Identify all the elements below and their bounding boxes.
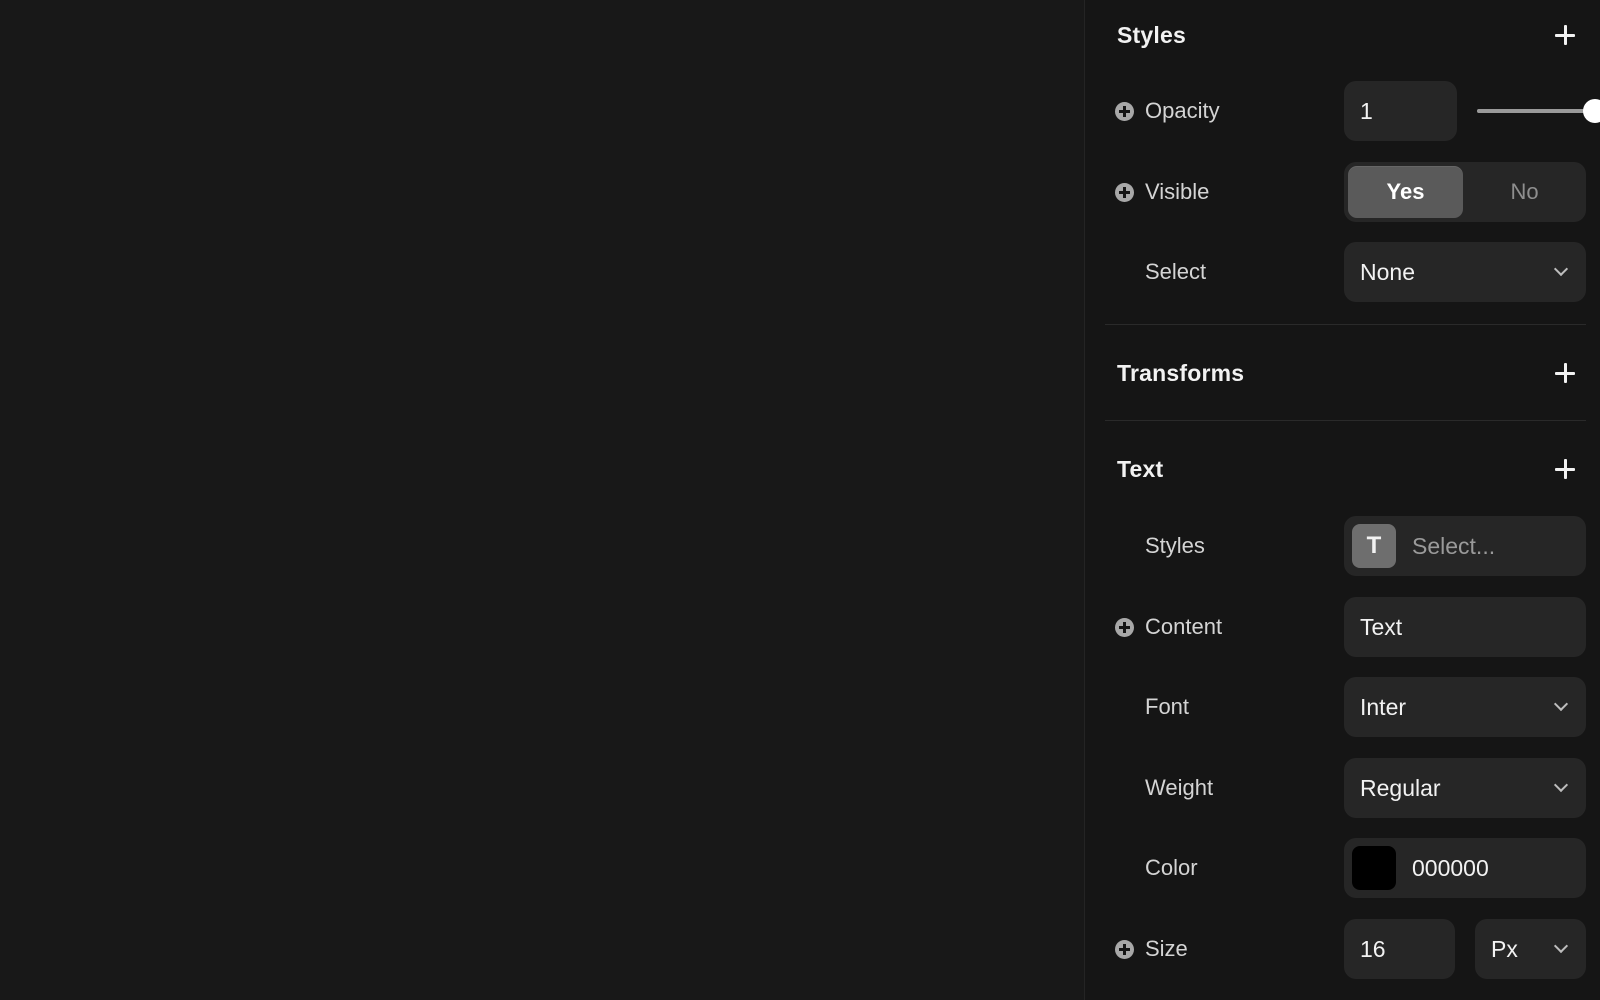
add-text-property-button[interactable] — [1550, 454, 1580, 484]
add-opacity-icon[interactable] — [1115, 101, 1134, 121]
select-dropdown[interactable]: None — [1344, 242, 1586, 302]
weight-row: Weight Regular — [1115, 758, 1586, 818]
opacity-slider-fill — [1477, 109, 1594, 113]
size-unit-dropdown[interactable]: Px — [1475, 919, 1586, 979]
content-input[interactable]: Text — [1344, 597, 1586, 657]
select-value: None — [1360, 258, 1415, 285]
size-label: Size — [1145, 936, 1188, 961]
text-section-header: Text — [1117, 451, 1580, 487]
transforms-section-title: Transforms — [1117, 359, 1245, 386]
section-divider — [1105, 420, 1586, 421]
add-size-icon[interactable] — [1115, 939, 1134, 959]
size-value: 16 — [1360, 935, 1386, 962]
transforms-section-header: Transforms — [1117, 355, 1580, 391]
opacity-input[interactable]: 1 — [1344, 81, 1458, 141]
chevron-down-icon — [1553, 696, 1569, 712]
content-label: Content — [1145, 614, 1223, 639]
opacity-slider[interactable] — [1477, 99, 1600, 123]
weight-value: Regular — [1360, 774, 1441, 801]
add-visible-icon[interactable] — [1115, 182, 1134, 202]
visible-toggle: Yes No — [1344, 162, 1586, 222]
properties-panel: Styles Opacity 1 Visible Yes No Select N… — [1084, 0, 1600, 1000]
chevron-down-icon — [1553, 938, 1569, 954]
color-input[interactable]: 000000 — [1344, 838, 1586, 898]
styles-section-header: Styles — [1117, 17, 1580, 53]
weight-dropdown[interactable]: Regular — [1344, 758, 1586, 818]
add-style-button[interactable] — [1550, 20, 1580, 50]
section-divider — [1105, 324, 1586, 325]
weight-label: Weight — [1145, 775, 1214, 800]
color-label: Color — [1145, 855, 1198, 880]
opacity-label: Opacity — [1145, 98, 1220, 123]
add-transform-button[interactable] — [1550, 358, 1580, 388]
text-style-placeholder: Select... — [1412, 532, 1496, 559]
content-value: Text — [1360, 613, 1403, 640]
text-style-picker[interactable]: T Select... — [1344, 516, 1586, 576]
chevron-down-icon — [1553, 261, 1569, 277]
content-row: Content Text — [1115, 597, 1586, 657]
visible-yes-option[interactable]: Yes — [1348, 166, 1463, 218]
canvas-area[interactable] — [0, 0, 1084, 1000]
opacity-value: 1 — [1360, 97, 1373, 124]
size-row: Size 16 Px — [1115, 919, 1586, 979]
text-styles-label: Styles — [1145, 533, 1205, 558]
font-dropdown[interactable]: Inter — [1344, 677, 1586, 737]
visible-row: Visible Yes No — [1115, 162, 1586, 222]
size-input[interactable]: 16 — [1344, 919, 1455, 979]
text-section-title: Text — [1117, 455, 1164, 482]
visible-no-option[interactable]: No — [1467, 166, 1582, 218]
font-label: Font — [1145, 694, 1190, 719]
color-value: 000000 — [1412, 854, 1489, 881]
font-value: Inter — [1360, 693, 1407, 720]
text-styles-row: Styles T Select... — [1115, 516, 1586, 576]
visible-label: Visible — [1145, 179, 1210, 204]
select-row: Select None — [1115, 242, 1586, 302]
font-row: Font Inter — [1115, 677, 1586, 737]
color-row: Color 000000 — [1115, 838, 1586, 898]
color-swatch[interactable] — [1352, 846, 1396, 890]
styles-section-title: Styles — [1117, 21, 1186, 48]
opacity-row: Opacity 1 — [1115, 81, 1600, 141]
chevron-down-icon — [1553, 777, 1569, 793]
add-content-icon[interactable] — [1115, 617, 1134, 637]
opacity-slider-thumb[interactable] — [1583, 99, 1600, 123]
select-label: Select — [1145, 259, 1207, 284]
text-style-icon: T — [1352, 524, 1396, 568]
size-unit-value: Px — [1491, 935, 1518, 962]
